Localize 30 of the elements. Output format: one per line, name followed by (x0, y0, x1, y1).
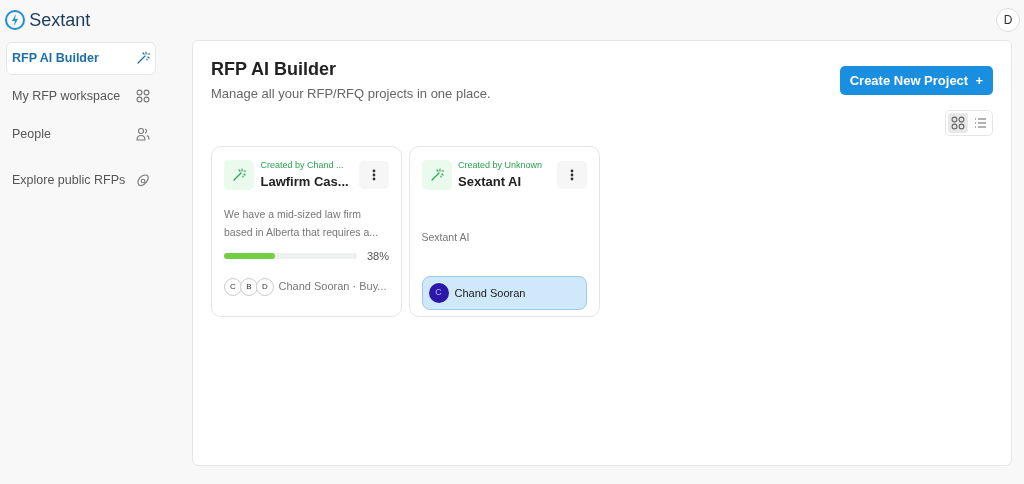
sidebar-item[interactable]: RFP AI Builder (6, 42, 156, 75)
brand-name: Sextant (29, 8, 91, 32)
project-description: Sextant AI (421, 229, 471, 245)
creator-label: Created by Unknown (458, 158, 544, 172)
member-avatar: B (240, 277, 258, 296)
sidebar-item[interactable]: My RFP workspace (6, 79, 156, 113)
owner-avatar: C (428, 283, 449, 304)
magic-wand-icon (224, 160, 254, 191)
logo-icon (4, 9, 26, 31)
people-icon (136, 126, 150, 141)
project-title[interactable]: Lawfirm Cas... (260, 172, 353, 192)
sidebar-item[interactable]: People (6, 117, 156, 151)
compass-icon (136, 173, 150, 188)
progress-percent: 38% (366, 249, 389, 265)
more-options-icon[interactable] (556, 161, 587, 190)
page-subtitle: Manage all your RFP/RFQ projects in one place. (211, 84, 491, 103)
user-avatar[interactable]: D (996, 8, 1020, 32)
owner-name: Chand Sooran (454, 285, 526, 301)
page-title: RFP AI Builder (211, 59, 337, 81)
magic-wand-icon (421, 160, 452, 191)
member-avatar: D (256, 277, 274, 296)
project-description: We have a mid-sized law firm based in Alberta that requires a... (224, 206, 380, 241)
sidebar-item[interactable]: Explore public RFPs (6, 164, 156, 197)
magic-wand-icon (136, 51, 150, 66)
creator-label: Created by Chand ... (260, 158, 345, 172)
member-avatar: C (224, 277, 242, 296)
more-options-icon[interactable] (359, 161, 389, 190)
project-title[interactable]: Sextant AI (458, 172, 550, 192)
members-label: Chand Sooran · Buy... (278, 279, 387, 295)
grid-icon (136, 89, 150, 104)
